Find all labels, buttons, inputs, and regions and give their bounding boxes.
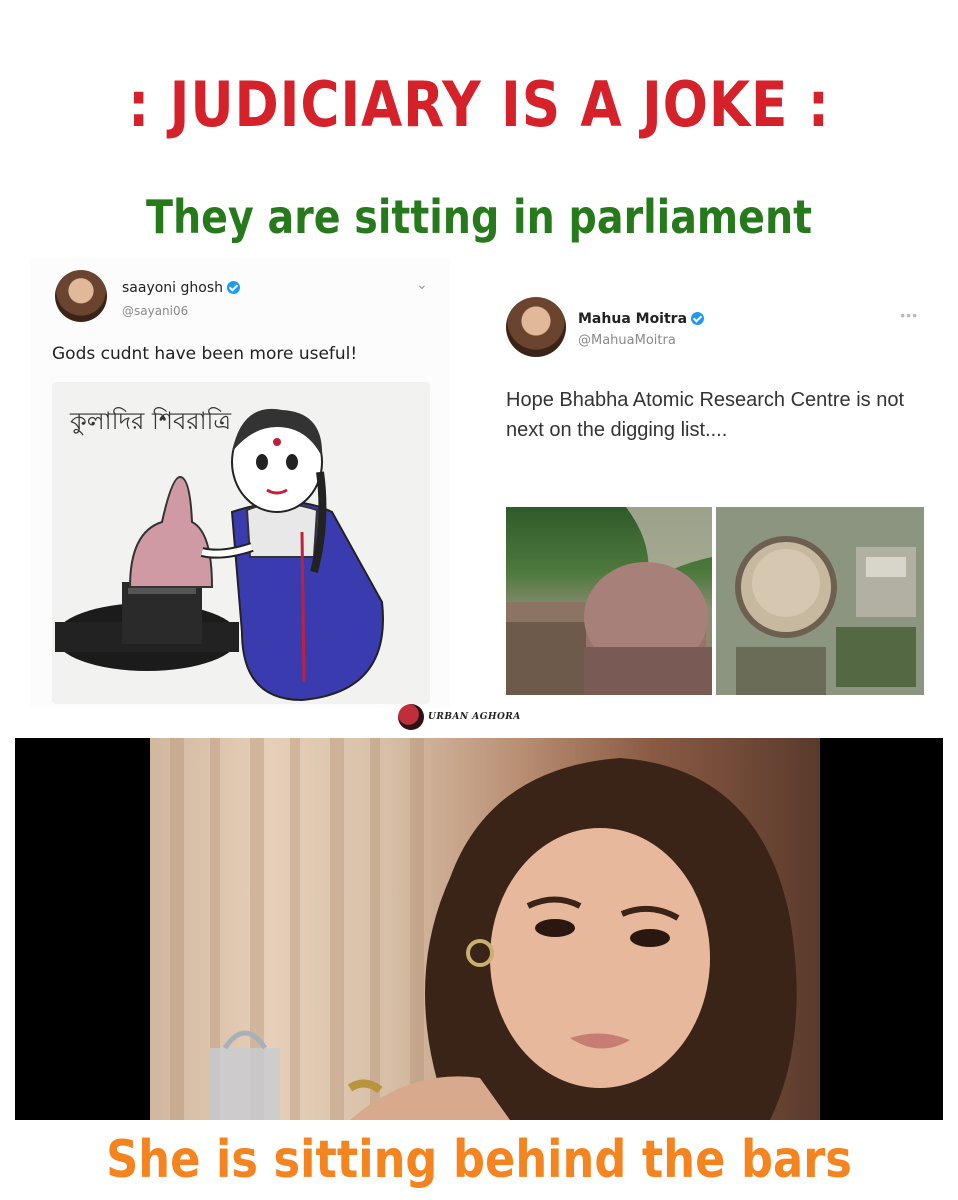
verified-icon (227, 281, 241, 294)
tweet-image-dome-aerial[interactable] (506, 507, 712, 695)
more-dots-icon[interactable]: ••• (900, 307, 918, 323)
watermark-logo-icon (398, 704, 424, 730)
satellite-drawing (716, 507, 924, 695)
tweet-text: Gods cudnt have been more useful! (52, 344, 358, 364)
tweet-card-left: saayoni ghosh @sayani06 ⌄ Gods cudnt hav… (30, 258, 450, 708)
tweet-image-dome-satellite[interactable] (716, 507, 924, 695)
tweet-image-cartoon[interactable]: কুলাদির শিবরাত্রি (52, 382, 430, 704)
avatar[interactable] (55, 270, 107, 322)
dome-drawing (506, 507, 712, 695)
tweet-username[interactable]: Mahua Moitra (578, 311, 705, 327)
tweet-handle[interactable]: @sayani06 (122, 304, 188, 318)
headline-top: : JUDICIARY IS A JOKE : (128, 68, 830, 141)
tweet-handle[interactable]: @MahuaMoitra (578, 333, 676, 348)
verified-icon (691, 312, 705, 325)
tweet-text: Hope Bhabha Atomic Research Centre is no… (506, 389, 904, 441)
photo-frame (15, 738, 943, 1120)
portrait-photo[interactable] (150, 738, 820, 1120)
cartoon-drawing (55, 408, 384, 702)
avatar[interactable] (506, 297, 566, 357)
tweet-username[interactable]: saayoni ghosh (122, 280, 241, 296)
portrait-drawing (170, 738, 797, 1120)
chevron-down-icon[interactable]: ⌄ (416, 276, 428, 293)
watermark: URBAN AGHORA (398, 702, 521, 732)
headline-bottom: She is sitting behind the bars (106, 1130, 852, 1190)
headline-middle: They are sitting in parliament (145, 190, 813, 244)
tweet-card-right: Mahua Moitra @MahuaMoitra ••• Hope Bhabh… (492, 285, 932, 705)
